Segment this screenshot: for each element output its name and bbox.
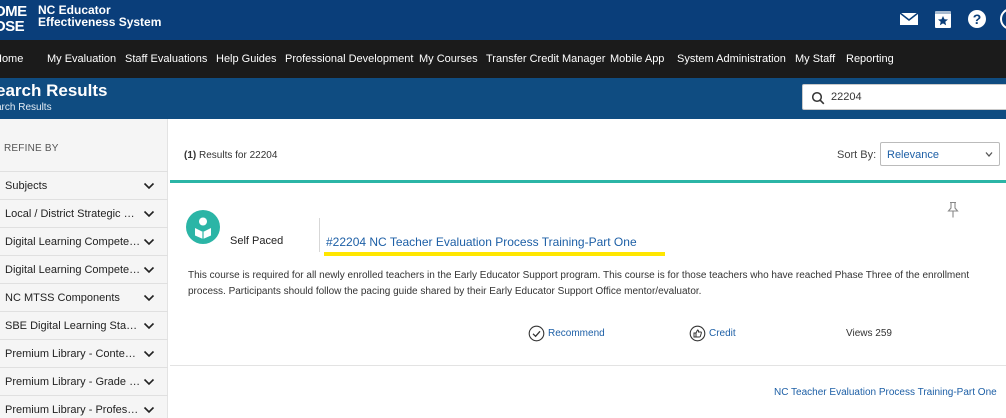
- chevron-down-icon: [143, 378, 155, 386]
- self-paced-icon: [186, 210, 220, 244]
- views-count: Views 259: [846, 328, 892, 339]
- sort-label: Sort By:: [837, 149, 877, 161]
- nav-system-administration[interactable]: System Administration: [677, 52, 786, 66]
- course-footer-link[interactable]: NC Teacher Evaluation Process Training-P…: [774, 386, 997, 400]
- top-banner: OME OSE NC Educator Effectiveness System…: [0, 0, 1006, 40]
- page-title: earch Results: [0, 81, 108, 100]
- recommend-button[interactable]: Recommend: [528, 324, 618, 344]
- chevron-down-icon: [985, 152, 993, 157]
- star-icon[interactable]: [932, 8, 954, 30]
- chevron-down-icon: [143, 182, 155, 190]
- chevron-down-icon: [143, 266, 155, 274]
- result-card: Self Paced #22204 NC Teacher Evaluation …: [170, 186, 1006, 366]
- vertical-divider: [319, 218, 320, 252]
- logo-mark: OME OSE: [0, 4, 34, 34]
- refine-sidebar: REFINE BY Subjects Local / District Stra…: [0, 119, 168, 418]
- nav-my-staff[interactable]: My Staff: [795, 52, 835, 66]
- nav-mobile-app[interactable]: Mobile App: [610, 52, 664, 66]
- main-nav: Home My Evaluation Staff Evaluations Hel…: [0, 40, 1006, 78]
- sort-select[interactable]: Relevance: [880, 142, 1000, 166]
- credit-button[interactable]: Credit: [689, 324, 749, 344]
- logo-line-1: OME: [0, 3, 27, 20]
- help-icon[interactable]: ?: [966, 8, 988, 30]
- facet-sbe-standards[interactable]: SBE Digital Learning Standar...: [0, 311, 168, 339]
- chevron-down-icon: [143, 238, 155, 246]
- results-count: (1) Results for 22204: [184, 149, 277, 163]
- search-box: [802, 84, 1006, 110]
- chevron-down-icon: [143, 294, 155, 302]
- nav-professional-development[interactable]: Professional Development: [285, 52, 413, 66]
- facet-label: NC MTSS Components: [5, 292, 120, 304]
- facet-premium-content[interactable]: Premium Library - Content A...: [0, 339, 168, 367]
- facet-label: SBE Digital Learning Standar...: [5, 320, 141, 332]
- sort-value: Relevance: [887, 149, 939, 161]
- nav-home[interactable]: Home: [0, 52, 23, 66]
- facet-strategic-plan[interactable]: Local / District Strategic Plan: [0, 199, 168, 227]
- thumbs-up-icon: [689, 325, 706, 342]
- credit-label: Credit: [709, 328, 736, 339]
- facet-label: Premium Library - Grade Level: [5, 376, 141, 388]
- facet-premium-professional[interactable]: Premium Library - Professio...: [0, 395, 168, 418]
- facet-mtss[interactable]: NC MTSS Components: [0, 283, 168, 311]
- facet-label: Digital Learning Competenci...: [5, 236, 141, 248]
- course-title-link[interactable]: #22204 NC Teacher Evaluation Process Tra…: [326, 234, 637, 250]
- search-icon[interactable]: [811, 91, 825, 105]
- course-description: This course is required for all newly en…: [188, 270, 970, 297]
- nav-help-guides[interactable]: Help Guides: [216, 52, 277, 66]
- title-highlight: [324, 252, 665, 256]
- refine-heading: REFINE BY: [4, 143, 59, 154]
- facet-digital-learning-2[interactable]: Digital Learning Competenci...: [0, 255, 168, 283]
- facet-premium-grade[interactable]: Premium Library - Grade Level: [0, 367, 168, 395]
- pin-icon[interactable]: [946, 201, 960, 219]
- facet-digital-learning-1[interactable]: Digital Learning Competenci...: [0, 227, 168, 255]
- person-book-icon: [195, 217, 211, 239]
- breadcrumb[interactable]: arch Results: [0, 102, 52, 114]
- svg-text:?: ?: [973, 11, 982, 27]
- facet-label: Local / District Strategic Plan: [5, 208, 141, 220]
- search-input[interactable]: [831, 89, 1001, 105]
- site-title: NC Educator Effectiveness System: [38, 4, 161, 28]
- nav-my-courses[interactable]: My Courses: [419, 52, 478, 66]
- chevron-down-icon: [143, 210, 155, 218]
- page-header: earch Results arch Results: [0, 78, 1006, 119]
- results-count-number: (1): [184, 150, 197, 161]
- facet-label: Digital Learning Competenci...: [5, 264, 141, 276]
- logo-line-2: OSE: [0, 18, 25, 35]
- nav-my-evaluation[interactable]: My Evaluation: [47, 52, 116, 66]
- check-circle-icon: [528, 325, 545, 342]
- chevron-down-icon: [143, 350, 155, 358]
- facet-label: Subjects: [5, 180, 48, 192]
- nav-reporting[interactable]: Reporting: [846, 52, 894, 66]
- chevron-down-icon: [143, 406, 155, 414]
- nav-staff-evaluations[interactable]: Staff Evaluations: [125, 52, 207, 66]
- facet-subjects[interactable]: Subjects: [0, 171, 168, 199]
- mail-icon[interactable]: [898, 8, 920, 30]
- nav-transfer-credit-manager[interactable]: Transfer Credit Manager: [486, 52, 605, 66]
- site-title-line-2: Effectiveness System: [38, 15, 162, 29]
- facet-label: Premium Library - Content A...: [5, 348, 141, 360]
- facet-label: Premium Library - Professio...: [5, 404, 141, 416]
- recommend-label: Recommend: [548, 328, 605, 339]
- results-toolbar: (1) Results for 22204 Sort By: Relevance: [170, 133, 1006, 183]
- account-icon[interactable]: [998, 8, 1006, 30]
- results-count-label: Results for 22204: [199, 150, 278, 161]
- course-type-label: Self Paced: [230, 235, 284, 247]
- chevron-down-icon: [143, 322, 155, 330]
